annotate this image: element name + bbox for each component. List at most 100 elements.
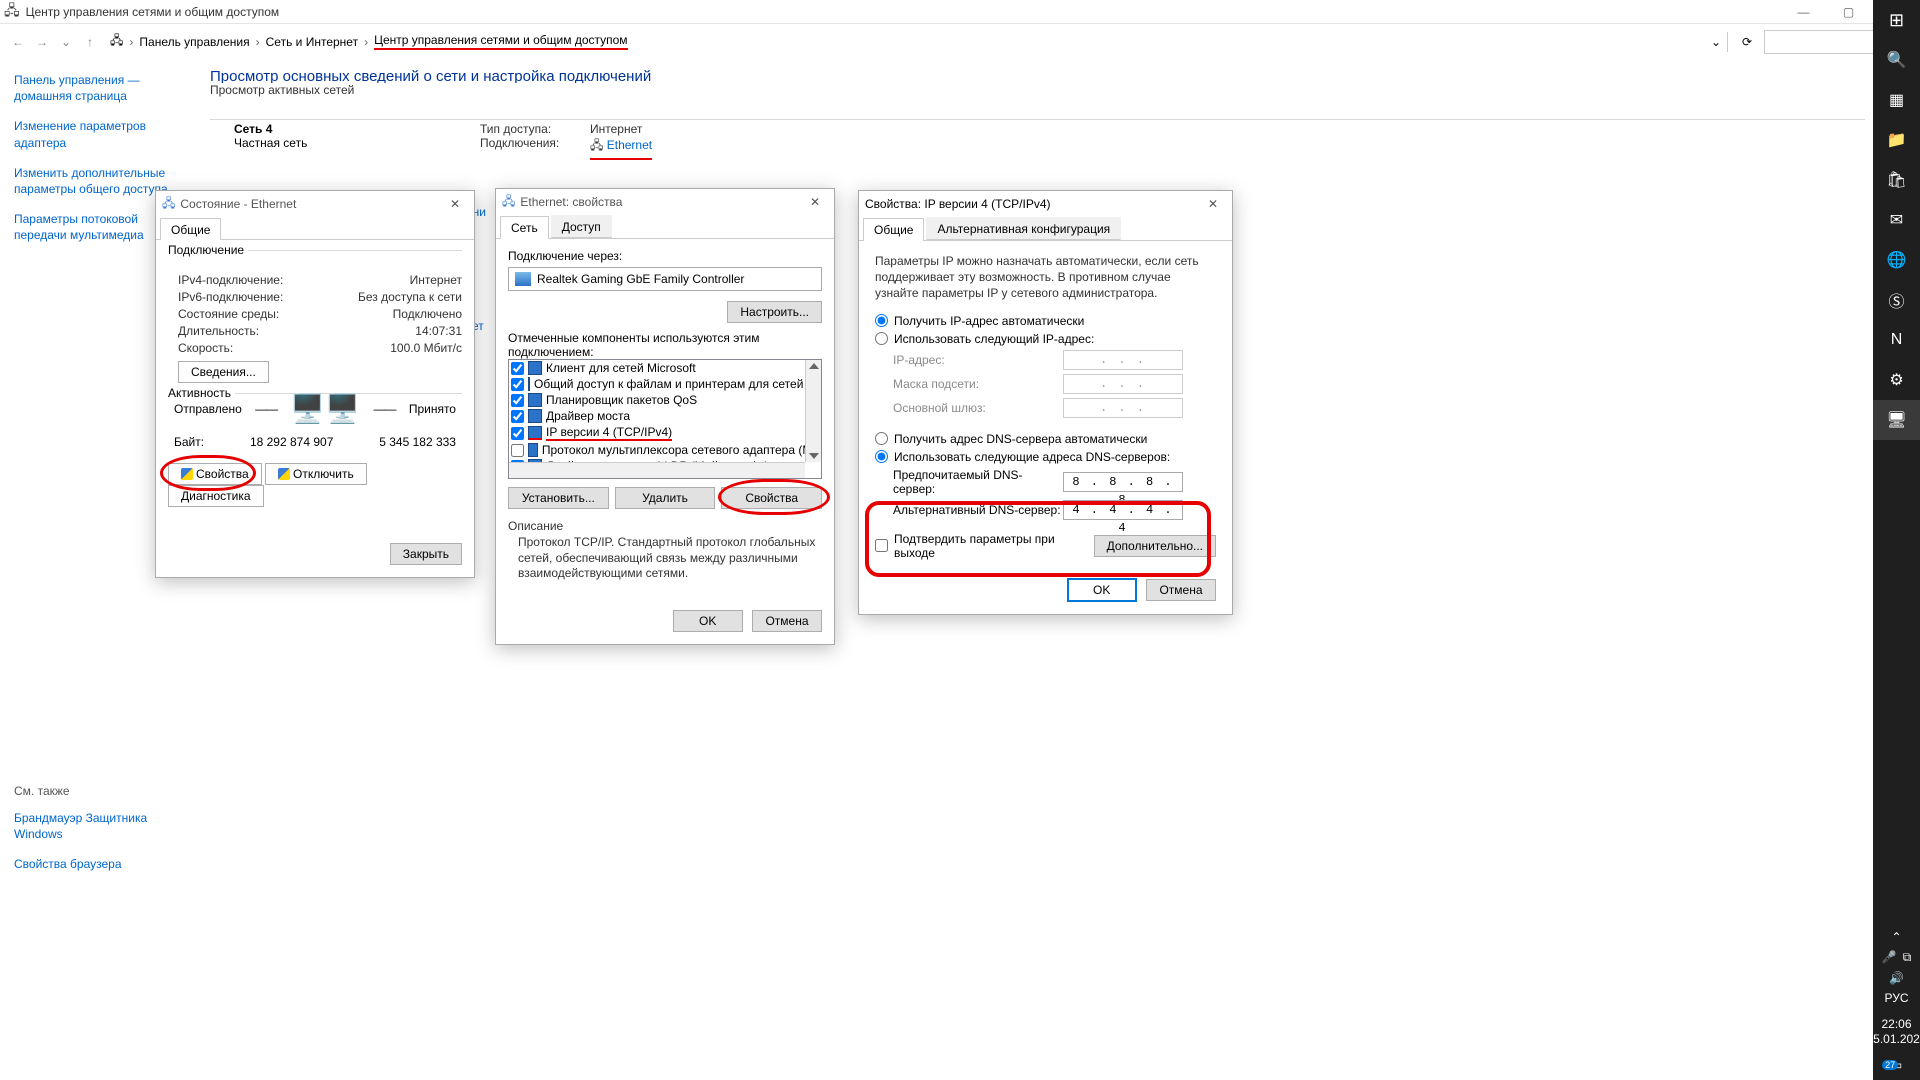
confirm-on-exit-checkbox[interactable]: [875, 539, 888, 552]
component-row[interactable]: IP версии 4 (TCP/IPv4): [509, 424, 821, 442]
cast-icon[interactable]: ⧉: [1903, 950, 1912, 965]
tab-general[interactable]: Общие: [863, 218, 924, 241]
up-button[interactable]: ↑: [78, 30, 102, 54]
component-checkbox[interactable]: [511, 362, 524, 375]
window-titlebar: 🖧 Центр управления сетями и общим доступ…: [0, 0, 1920, 23]
component-label: Протокол мультиплексора сетевого адаптер…: [542, 443, 819, 457]
crumb-control-panel[interactable]: Панель управления: [139, 35, 249, 49]
tab-access[interactable]: Доступ: [551, 215, 612, 238]
crumb-network-center[interactable]: Центр управления сетями и общим доступом: [374, 33, 628, 50]
window-title: Центр управления сетями и общим доступом: [26, 5, 1781, 19]
remove-button[interactable]: Удалить: [615, 487, 716, 509]
component-row[interactable]: Клиент для сетей Microsoft: [509, 360, 821, 376]
system-tray: ⌃ 🎤 ⧉ 🔊 РУС 22:06 15.01.2023 ▭: [1866, 930, 1920, 1080]
connections-label: Подключения:: [480, 136, 590, 160]
close-icon[interactable]: ✕: [1200, 197, 1226, 211]
horizontal-scrollbar[interactable]: [509, 462, 805, 478]
edge-icon[interactable]: 🌐: [1873, 240, 1920, 280]
dialog-title: Свойства: IP версии 4 (TCP/IPv4): [865, 197, 1200, 211]
refresh-button[interactable]: ⟳: [1734, 35, 1760, 49]
component-checkbox[interactable]: [511, 427, 524, 440]
advanced-button[interactable]: Дополнительно...: [1094, 535, 1216, 557]
speed-value: 100.0 Мбит/с: [308, 341, 462, 355]
tray-overflow-icon[interactable]: ⌃: [1891, 930, 1901, 944]
close-icon[interactable]: ✕: [442, 197, 468, 211]
properties-button[interactable]: Свойства: [168, 463, 262, 485]
adapter-field[interactable]: Realtek Gaming GbE Family Controller: [508, 267, 822, 291]
disable-button[interactable]: Отключить: [265, 463, 367, 485]
component-checkbox[interactable]: [511, 378, 524, 391]
vertical-scrollbar[interactable]: [805, 360, 821, 462]
radio-auto-dns[interactable]: [875, 432, 888, 445]
radio-auto-dns-label: Получить адрес DNS-сервера автоматически: [894, 432, 1147, 446]
radio-manual-ip[interactable]: [875, 332, 888, 345]
ethernet-icon: 🖧: [502, 192, 515, 213]
crumb-network-internet[interactable]: Сеть и Интернет: [266, 35, 358, 49]
component-checkbox[interactable]: [511, 410, 524, 423]
settings-icon[interactable]: ⚙: [1873, 360, 1920, 400]
details-button[interactable]: Сведения...: [178, 361, 269, 383]
start-button[interactable]: [1873, 0, 1920, 40]
skype-icon[interactable]: Ⓢ: [1873, 280, 1920, 320]
tab-network[interactable]: Сеть: [500, 216, 549, 239]
radio-auto-ip[interactable]: [875, 314, 888, 327]
cancel-button[interactable]: Отмена: [1146, 579, 1216, 601]
close-button[interactable]: Закрыть: [390, 543, 462, 565]
breadcrumb[interactable]: 🖧 › Панель управления › Сеть и Интернет …: [110, 31, 1711, 52]
diagnostics-button[interactable]: Диагностика: [168, 485, 264, 507]
component-icon: [528, 361, 542, 375]
input-language[interactable]: РУС: [1884, 991, 1908, 1005]
maximize-button[interactable]: ▢: [1826, 0, 1871, 23]
ethernet-icon: 🖧: [590, 138, 603, 152]
chevron-right-icon: ›: [129, 35, 133, 49]
dialog-ethernet-status: 🖧 Состояние - Ethernet ✕ Общие Подключен…: [155, 190, 475, 578]
component-properties-button[interactable]: Свойства: [721, 487, 822, 509]
close-icon[interactable]: ✕: [802, 195, 828, 209]
component-checkbox[interactable]: [511, 444, 524, 457]
component-row[interactable]: Общий доступ к файлам и принтерам для се…: [509, 376, 821, 392]
configure-button[interactable]: Настроить...: [727, 301, 822, 323]
ok-button[interactable]: OK: [1067, 578, 1137, 602]
sidebar-browser-props-link[interactable]: Свойства браузера: [14, 856, 186, 872]
component-checkbox[interactable]: [511, 394, 524, 407]
clock[interactable]: 22:06 15.01.2023: [1866, 1017, 1920, 1046]
explorer-icon[interactable]: 📁: [1873, 120, 1920, 160]
cancel-button[interactable]: Отмена: [752, 610, 822, 632]
install-button[interactable]: Установить...: [508, 487, 609, 509]
ethernet-link[interactable]: Ethernet: [607, 138, 652, 152]
component-row[interactable]: Протокол мультиплексора сетевого адаптер…: [509, 442, 821, 458]
microphone-icon[interactable]: 🎤: [1882, 950, 1897, 965]
component-row[interactable]: Драйвер моста: [509, 408, 821, 424]
sidebar-adapter-settings-link[interactable]: Изменение параметров адаптера: [14, 118, 186, 150]
volume-icon[interactable]: 🔊: [1889, 971, 1904, 985]
address-dropdown-icon[interactable]: ⌄: [1711, 35, 1721, 49]
onenote-icon[interactable]: N: [1873, 320, 1920, 360]
taskview-icon[interactable]: ▦: [1873, 80, 1920, 120]
components-list[interactable]: Клиент для сетей MicrosoftОбщий доступ к…: [508, 359, 822, 479]
mail-icon[interactable]: ✉: [1873, 200, 1920, 240]
tab-alternate-config[interactable]: Альтернативная конфигурация: [926, 217, 1121, 240]
access-type-label: Тип доступа:: [480, 122, 590, 136]
confirm-on-exit-label: Подтвердить параметры при выходе: [894, 532, 1094, 560]
subnet-mask-input: . . .: [1063, 374, 1183, 394]
action-center-icon[interactable]: ▭: [1891, 1058, 1902, 1072]
forward-button[interactable]: →: [30, 30, 54, 54]
minimize-button[interactable]: —: [1781, 0, 1826, 23]
search-taskbar-icon[interactable]: 🔍: [1873, 40, 1920, 80]
back-button[interactable]: ←: [6, 30, 30, 54]
sidebar-firewall-link[interactable]: Брандмауэр Защитника Windows: [14, 810, 186, 842]
ok-button[interactable]: OK: [673, 610, 743, 632]
recent-chevron-icon[interactable]: ⌄: [54, 30, 78, 54]
control-panel-taskbar-icon[interactable]: 🖥: [1873, 400, 1920, 440]
preferred-dns-input[interactable]: 8 . 8 . 8 . 8: [1063, 472, 1183, 492]
alternate-dns-input[interactable]: 4 . 4 . 4 . 4: [1063, 500, 1183, 520]
component-row[interactable]: Планировщик пакетов QoS: [509, 392, 821, 408]
bytes-label: Байт:: [174, 435, 204, 449]
store-icon[interactable]: 🛍: [1873, 160, 1920, 200]
sidebar-home-link[interactable]: Панель управления — домашняя страница: [14, 72, 186, 104]
tab-general[interactable]: Общие: [160, 218, 221, 240]
shield-icon: [278, 468, 290, 480]
radio-manual-dns[interactable]: [875, 450, 888, 463]
breadcrumb-root-icon: 🖧: [110, 31, 123, 52]
component-icon: [528, 443, 538, 457]
